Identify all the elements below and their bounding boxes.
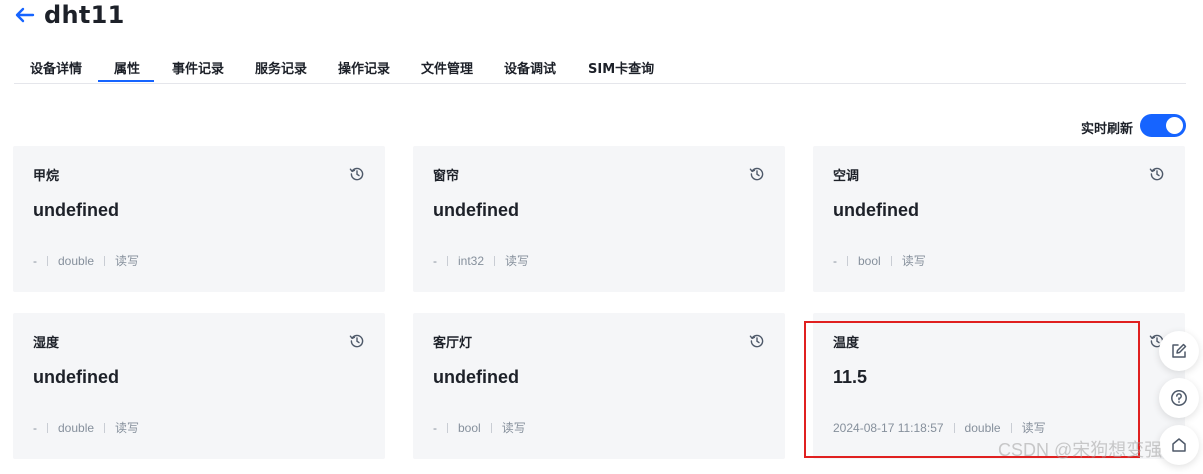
property-type: int32 bbox=[458, 253, 485, 268]
property-name: 空调 bbox=[833, 169, 860, 184]
tab-sim-query[interactable]: SIM卡查询 bbox=[588, 58, 654, 77]
tab-bar: 设备详情 属性 事件记录 服务记录 操作记录 文件管理 设备调试 SIM卡查询 bbox=[14, 50, 1186, 84]
property-time: - bbox=[833, 253, 837, 268]
property-name: 湿度 bbox=[33, 336, 60, 351]
property-value: undefined bbox=[433, 200, 519, 220]
tab-properties[interactable]: 属性 bbox=[114, 58, 140, 77]
question-icon bbox=[1171, 390, 1187, 406]
history-icon[interactable] bbox=[349, 166, 365, 182]
property-access: 读写 bbox=[501, 421, 526, 435]
history-icon[interactable] bbox=[349, 333, 365, 349]
history-icon[interactable] bbox=[1149, 166, 1165, 182]
property-card: 湿度 undefined - double 读写 bbox=[13, 313, 385, 459]
page-title: dht11 bbox=[44, 1, 125, 29]
property-time: - bbox=[33, 420, 37, 435]
property-meta: - bool 读写 bbox=[833, 252, 926, 269]
property-name: 窗帘 bbox=[433, 169, 460, 184]
tab-device-details[interactable]: 设备详情 bbox=[30, 58, 82, 77]
property-meta: - double 读写 bbox=[33, 252, 139, 269]
property-card: 客厅灯 undefined - bool 读写 bbox=[413, 313, 785, 459]
property-card: 空调 undefined - bool 读写 bbox=[813, 146, 1185, 292]
property-type: bool bbox=[458, 420, 481, 435]
home-icon bbox=[1172, 438, 1186, 452]
back-arrow-icon[interactable] bbox=[12, 2, 38, 28]
history-icon[interactable] bbox=[749, 166, 765, 182]
property-value: undefined bbox=[433, 367, 519, 387]
property-access: 读写 bbox=[115, 254, 140, 268]
property-card: 窗帘 undefined - int32 读写 bbox=[413, 146, 785, 292]
tab-file-management[interactable]: 文件管理 bbox=[421, 58, 473, 77]
page-header: dht11 bbox=[12, 0, 125, 30]
property-value: undefined bbox=[33, 367, 119, 387]
property-access: 读写 bbox=[505, 254, 530, 268]
property-name: 甲烷 bbox=[33, 169, 60, 184]
home-float-button[interactable] bbox=[1159, 425, 1199, 465]
active-tab-indicator bbox=[98, 80, 154, 82]
property-time: - bbox=[433, 420, 437, 435]
tab-event-records[interactable]: 事件记录 bbox=[172, 58, 224, 77]
property-type: double bbox=[58, 253, 95, 268]
toggle-knob bbox=[1166, 117, 1183, 134]
property-time: - bbox=[33, 253, 37, 268]
property-type: double bbox=[58, 420, 95, 435]
watermark: CSDN @宋狗想变强 bbox=[998, 440, 1163, 460]
tab-operation-records[interactable]: 操作记录 bbox=[338, 58, 390, 77]
realtime-refresh-toggle[interactable] bbox=[1140, 114, 1186, 137]
tab-service-records[interactable]: 服务记录 bbox=[255, 58, 307, 77]
property-meta: - int32 读写 bbox=[433, 252, 529, 269]
property-value: undefined bbox=[33, 200, 119, 220]
edit-float-button[interactable] bbox=[1159, 331, 1199, 371]
property-name: 客厅灯 bbox=[433, 336, 473, 351]
edit-icon bbox=[1172, 343, 1187, 358]
property-card: 甲烷 undefined - double 读写 bbox=[13, 146, 385, 292]
property-meta: - bool 读写 bbox=[433, 419, 526, 436]
property-value: undefined bbox=[833, 200, 919, 220]
realtime-refresh-label: 实时刷新 bbox=[1080, 122, 1133, 137]
property-access: 读写 bbox=[115, 421, 140, 435]
property-meta: - double 读写 bbox=[33, 419, 139, 436]
property-type: bool bbox=[858, 253, 881, 268]
history-icon[interactable] bbox=[749, 333, 765, 349]
help-float-button[interactable] bbox=[1159, 378, 1199, 418]
property-time: - bbox=[433, 253, 437, 268]
property-access: 读写 bbox=[901, 254, 926, 268]
tab-device-debug[interactable]: 设备调试 bbox=[504, 58, 556, 77]
